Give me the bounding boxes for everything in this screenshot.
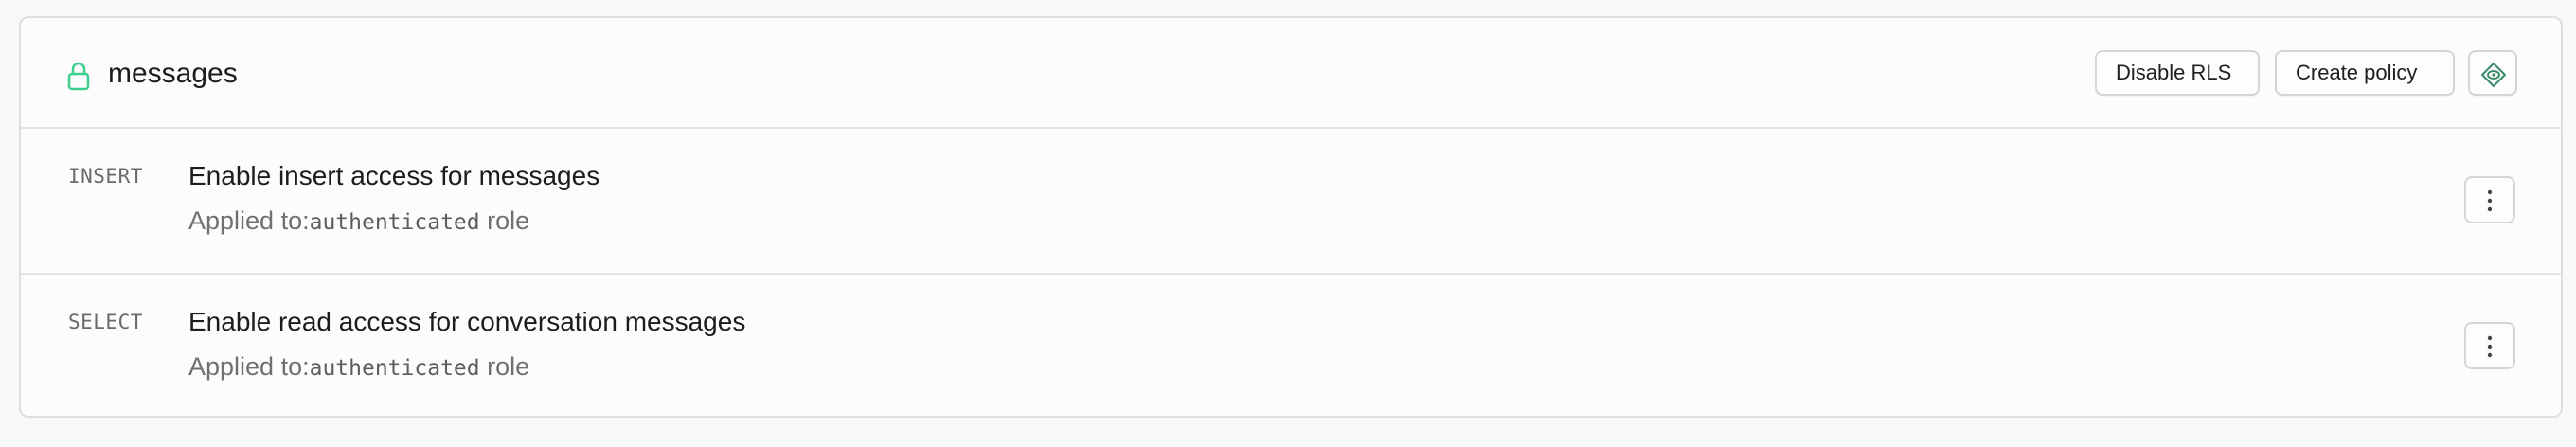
policy-command: SELECT <box>68 311 143 333</box>
policy-row: INSERT Enable insert access for messages… <box>21 129 2561 275</box>
role-suffix: role <box>479 352 530 381</box>
policy-menu-button[interactable] <box>2464 176 2515 224</box>
view-policies-button[interactable] <box>2468 50 2517 96</box>
table-name: messages <box>108 58 238 89</box>
policy-command: INSERT <box>68 165 143 188</box>
role-code: authenticated <box>309 356 480 381</box>
disable-rls-button[interactable]: Disable RLS <box>2095 50 2260 96</box>
applied-prefix: Applied to: <box>188 206 310 235</box>
policy-name: Enable insert access for messages <box>188 161 600 190</box>
lock-icon <box>66 60 91 92</box>
policy-menu-button[interactable] <box>2464 322 2515 369</box>
create-policy-button[interactable]: Create policy <box>2275 50 2455 96</box>
more-vertical-icon <box>2487 335 2493 358</box>
policy-row: SELECT Enable read access for conversati… <box>21 275 2561 416</box>
role-code: authenticated <box>309 210 480 235</box>
policy-name: Enable read access for conversation mess… <box>188 307 746 336</box>
role-suffix: role <box>479 206 530 235</box>
policy-applied-to: Applied to:authenticated role <box>188 352 529 382</box>
diamond-eye-icon <box>2481 63 2506 87</box>
more-vertical-icon <box>2487 189 2493 212</box>
applied-prefix: Applied to: <box>188 352 310 381</box>
table-header: messages Disable RLS Create policy <box>21 18 2561 129</box>
policy-applied-to: Applied to:authenticated role <box>188 206 529 236</box>
table-policies-card: messages Disable RLS Create policy INSER… <box>19 16 2563 418</box>
